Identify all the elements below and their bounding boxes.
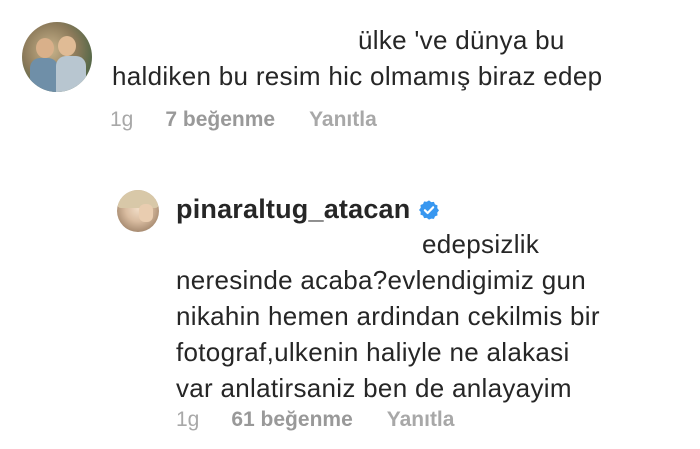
comment-text-line: haldiken bu resim hic olmamış biraz edep	[112, 61, 603, 91]
reply-button[interactable]: Yanıtla	[387, 408, 455, 432]
comment-text-line: ülke 've dünya bu	[358, 25, 565, 55]
comment-text-line: fotograf,ulkenin haliyle ne alakasi	[176, 337, 570, 367]
commenter-avatar[interactable]	[117, 190, 159, 232]
comment-text-line: edepsizlik	[422, 229, 540, 259]
likes-count[interactable]: 61 beğenme	[231, 408, 352, 432]
comment-timestamp[interactable]: 1g	[176, 408, 199, 432]
comment-text-line: var anlatirsaniz ben de anlayayim	[176, 373, 572, 403]
avatar-photo-detail	[30, 58, 58, 92]
reply-button[interactable]: Yanıtla	[309, 108, 377, 132]
comment-meta: 1g 61 beğenme Yanıtla	[176, 408, 454, 432]
comment-meta: 1g 7 beğenme Yanıtla	[110, 108, 377, 132]
comment-text-line: neresinde acaba?evlendigimiz gun	[176, 265, 586, 295]
avatar-photo-detail	[36, 38, 54, 58]
username-link[interactable]: pinaraltug_atacan	[176, 194, 410, 225]
avatar-photo-detail	[56, 56, 86, 92]
avatar-photo-detail	[139, 204, 153, 222]
commenter-avatar[interactable]	[22, 22, 92, 92]
likes-count[interactable]: 7 beğenme	[165, 108, 275, 132]
comment-text: edepsizlik neresinde acaba?evlendigimiz g…	[176, 226, 600, 406]
verified-badge-icon	[418, 199, 440, 221]
comment-timestamp[interactable]: 1g	[110, 108, 133, 132]
comment-text-line: nikahin hemen ardindan cekilmis bir	[176, 301, 600, 331]
username-row: pinaraltug_atacan	[176, 194, 440, 225]
avatar-photo-detail	[58, 36, 76, 56]
comment-text: ülke 've dünya bu haldiken bu resim hic o…	[112, 22, 602, 94]
avatar-photo-detail	[117, 190, 159, 208]
